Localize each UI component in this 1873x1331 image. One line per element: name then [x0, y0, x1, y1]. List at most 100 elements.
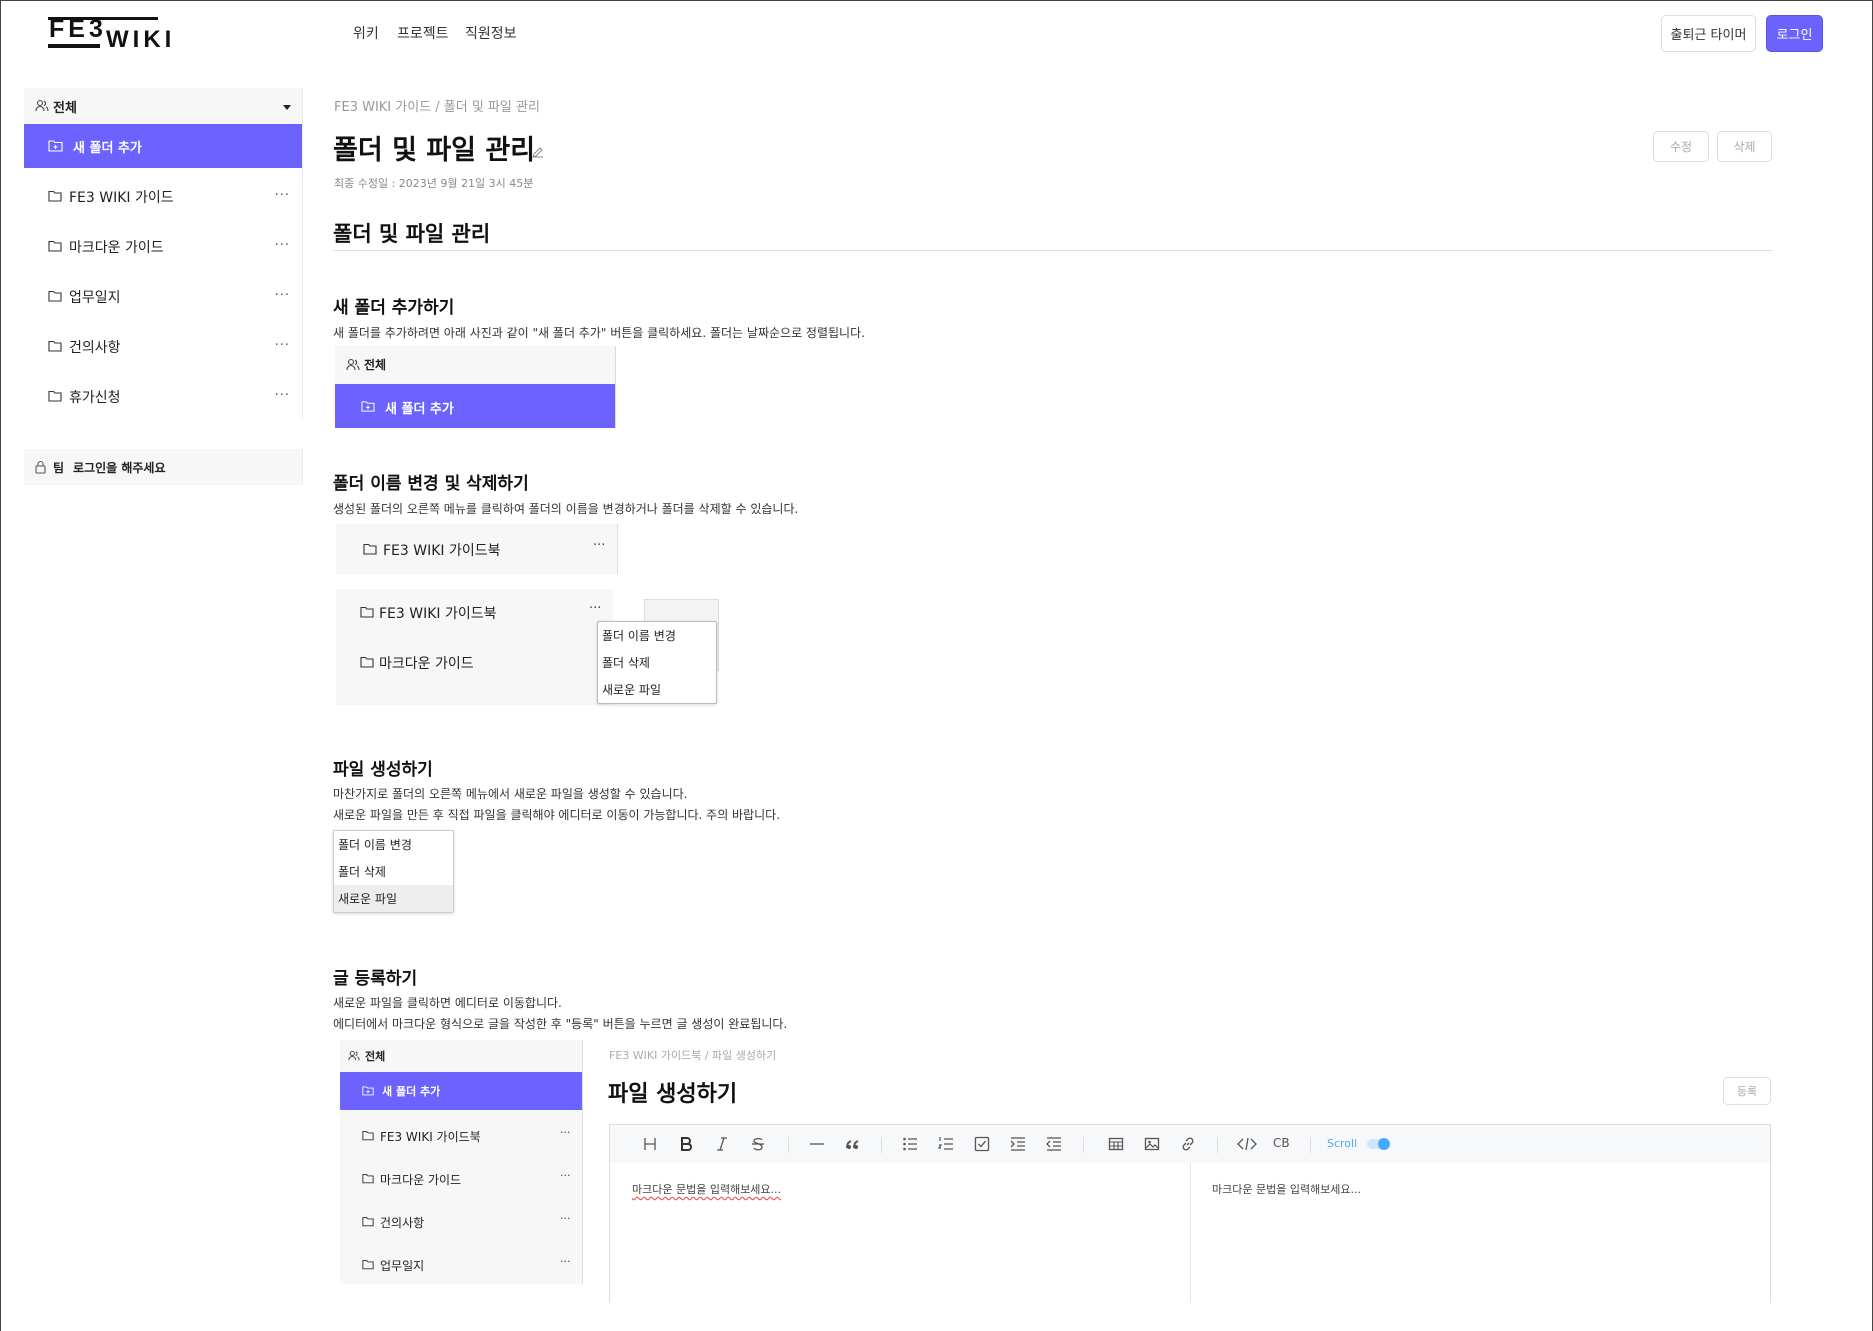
image-icon: [1144, 1137, 1160, 1151]
sidebar-all-header[interactable]: 전체: [24, 88, 302, 124]
table-icon: [1108, 1137, 1124, 1151]
folder-icon: [360, 656, 374, 668]
example-editor-all-label: 전체: [365, 1050, 386, 1063]
example-context-menu: 폴더 이름 변경 폴더 삭제 새로운 파일: [597, 621, 717, 704]
bullet-list-icon: [903, 1137, 917, 1151]
heading-divider: [333, 250, 1772, 251]
menu-item-delete: 폴더 삭제: [602, 656, 650, 670]
folder-icon: [360, 606, 374, 618]
logo-top-text: FE3: [49, 15, 107, 43]
more-icon[interactable]: ···: [275, 238, 290, 253]
folder-icon: [363, 543, 377, 555]
section-desc-post-1: 새로운 파일을 클릭하면 에디터로 이동합니다.: [333, 996, 562, 1010]
edit-button[interactable]: 수정: [1653, 131, 1709, 162]
login-button[interactable]: 로그인: [1766, 15, 1823, 52]
example-all-label: 전체: [364, 358, 387, 372]
last-modified: 최종 수정일 : 2023년 9월 21일 3시 45분: [334, 177, 534, 190]
example-new-folder-button: 새 폴더 추가: [335, 384, 615, 428]
indent-icon: [1010, 1137, 1025, 1151]
menu-item-new-file: 새로운 파일: [602, 683, 662, 697]
folder-plus-icon: [361, 401, 375, 412]
section-desc-rename: 생성된 폴더의 오른쪽 메뉴를 클릭하여 폴더의 이름을 변경하거나 폴더를 삭…: [333, 502, 799, 516]
menu-item-delete: 폴더 삭제: [338, 865, 386, 879]
lock-icon: [35, 460, 46, 474]
folder-icon: [48, 340, 62, 352]
example-editor-breadcrumb: FE3 WIKI 가이드북 / 파일 생성하기: [609, 1049, 777, 1062]
folder-icon: [362, 1174, 374, 1184]
nav-wiki[interactable]: 위키: [353, 23, 379, 43]
sidebar-item-leave-request[interactable]: 휴가신청 ···: [24, 375, 302, 419]
heading-icon: [644, 1138, 656, 1150]
folder-icon: [48, 190, 62, 202]
task-icon: [974, 1136, 990, 1152]
example-editor-title: 파일 생성하기: [608, 1082, 738, 1107]
sidebar-item-fe3-wiki-guide[interactable]: FE3 WIKI 가이드 ···: [24, 175, 302, 219]
section-heading-create-file: 파일 생성하기: [333, 760, 433, 780]
bold-icon: [681, 1137, 692, 1151]
more-icon[interactable]: ···: [275, 388, 290, 403]
example-editor-item: 마크다운 가이드: [380, 1173, 462, 1187]
nav-project[interactable]: 프로젝트: [397, 23, 449, 43]
folder-icon: [48, 390, 62, 402]
pencil-icon[interactable]: [532, 146, 544, 158]
menu-item-new-file: 새로운 파일: [334, 885, 453, 912]
italic-icon: [717, 1137, 727, 1151]
more-icon: ···: [560, 1169, 571, 1182]
more-icon[interactable]: ···: [275, 188, 290, 203]
page-title: 폴더 및 파일 관리: [333, 135, 536, 166]
folder-icon: [48, 290, 62, 302]
menu-item-rename: 폴더 이름 변경: [338, 838, 412, 852]
more-icon: ···: [560, 1255, 571, 1268]
section-desc-create-file-1: 마찬가지로 폴더의 오른쪽 메뉴에서 새로운 파일을 생성할 수 있습니다.: [333, 787, 688, 801]
menu-item-rename: 폴더 이름 변경: [602, 629, 676, 643]
more-icon[interactable]: ···: [275, 288, 290, 303]
editor-placeholder: 마크다운 문법을 입력해보세요...: [632, 1183, 782, 1196]
sidebar-item-label: 휴가신청: [69, 390, 121, 406]
example-new-folder-label: 새 폴더 추가: [385, 402, 454, 417]
more-icon[interactable]: ···: [275, 338, 290, 353]
user-group-icon: [348, 1050, 360, 1061]
delete-button[interactable]: 삭제: [1717, 131, 1772, 162]
section-heading-new-folder: 새 폴더 추가하기: [333, 298, 455, 318]
more-icon: ···: [593, 538, 606, 553]
sidebar-item-markdown-guide[interactable]: 마크다운 가이드 ···: [24, 225, 302, 269]
user-group-icon: [35, 99, 49, 112]
sidebar-item-label: FE3 WIKI 가이드: [69, 190, 174, 206]
example-folder-label: FE3 WIKI 가이드북: [383, 543, 501, 559]
example-editor-toolbar: CB Scroll: [609, 1124, 1771, 1164]
sidebar-item-label: 업무일지: [69, 290, 121, 306]
scroll-sync-toggle: [1367, 1138, 1390, 1150]
section-desc-post-2: 에디터에서 마크다운 형식으로 글을 작성한 후 "등록" 버튼을 누르면 글 …: [333, 1017, 788, 1031]
preview-placeholder: 마크다운 문법을 입력해보세요...: [1212, 1183, 1362, 1196]
breadcrumb: FE3 WIKI 가이드 / 폴더 및 파일 관리: [334, 100, 540, 115]
example-divider: [617, 524, 618, 574]
example-editor-item: FE3 WIKI 가이드북: [380, 1130, 481, 1144]
example-editor-item: 업무일지: [380, 1259, 425, 1273]
chevron-down-icon[interactable]: [283, 105, 291, 110]
sidebar-team-section[interactable]: 팀 로그인을 해주세요: [24, 449, 302, 485]
section-heading-rename: 폴더 이름 변경 및 삭제하기: [333, 474, 529, 494]
hr-icon: [810, 1143, 824, 1145]
folder-plus-icon: [48, 140, 63, 152]
folder-icon: [362, 1260, 374, 1270]
sidebar-item-label: 마크다운 가이드: [69, 240, 164, 256]
sidebar-all-label: 전체: [53, 101, 77, 116]
sidebar-item-work-log[interactable]: 업무일지 ···: [24, 275, 302, 319]
timer-button[interactable]: 출퇴근 타이머: [1661, 15, 1756, 52]
more-icon: ···: [560, 1212, 571, 1225]
example-row1-label: FE3 WIKI 가이드북: [379, 606, 497, 622]
sidebar-item-suggestions[interactable]: 건의사항 ···: [24, 325, 302, 369]
example-editor-item: 건의사항: [380, 1216, 425, 1230]
sidebar-new-folder-button[interactable]: 새 폴더 추가: [24, 124, 302, 168]
section-desc-create-file-2: 새로운 파일을 만든 후 직접 파일을 클릭해야 에디터로 이동이 가능합니다.…: [333, 808, 781, 822]
more-icon: ···: [560, 1126, 571, 1139]
nav-staff[interactable]: 직원정보: [465, 23, 517, 43]
example-editor-all-header: 전체: [340, 1040, 582, 1072]
example-editor-body: 마크다운 문법을 입력해보세요... 마크다운 문법을 입력해보세요...: [609, 1163, 1771, 1303]
example-divider: [615, 346, 616, 428]
example-row2-label: 마크다운 가이드: [379, 656, 474, 672]
folder-icon: [362, 1217, 374, 1227]
example-all-header: 전체: [335, 346, 615, 384]
code-icon: [1237, 1137, 1257, 1151]
example-file-menu: 폴더 이름 변경 폴더 삭제 새로운 파일: [333, 830, 454, 913]
